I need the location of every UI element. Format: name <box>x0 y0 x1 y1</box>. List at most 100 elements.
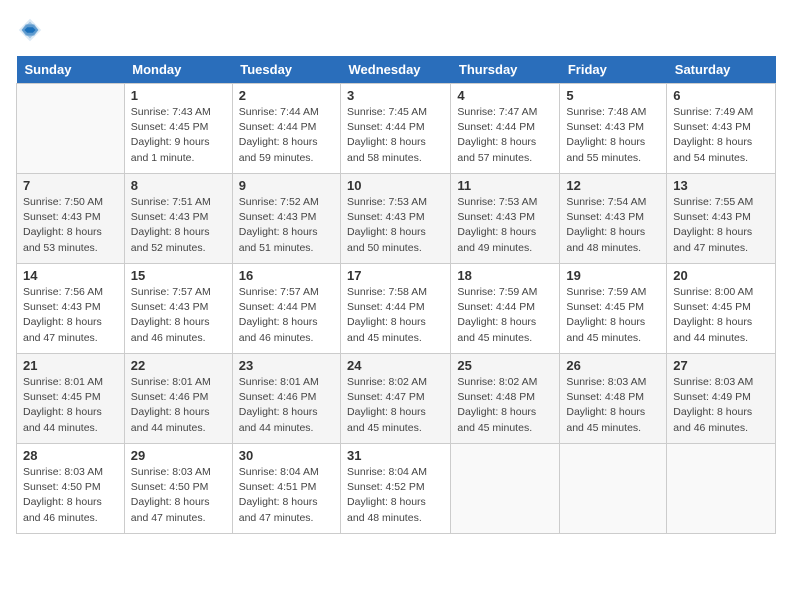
day-number: 6 <box>673 88 769 103</box>
day-number: 15 <box>131 268 226 283</box>
day-info: Sunrise: 8:02 AM Sunset: 4:48 PM Dayligh… <box>457 375 553 436</box>
day-number: 7 <box>23 178 118 193</box>
calendar-cell: 14Sunrise: 7:56 AM Sunset: 4:43 PM Dayli… <box>17 264 125 354</box>
day-of-week-header: Tuesday <box>232 56 340 84</box>
calendar-cell: 28 Sunrise: 8:03 AM Sunset: 4:50 PM Dayli… <box>17 444 125 534</box>
day-info: Sunrise: 8:03 AM Sunset: 4:50 PM Dayligh… <box>131 465 226 526</box>
calendar-cell: 3 Sunrise: 7:45 AM Sunset: 4:44 PM Daylig… <box>341 84 451 174</box>
day-number: 2 <box>239 88 334 103</box>
day-info: Sunrise: 7:44 AM Sunset: 4:44 PM Dayligh… <box>239 105 334 166</box>
page-header <box>16 16 776 44</box>
logo <box>16 16 48 44</box>
day-info: Sunrise: 7:51 AM Sunset: 4:43 PM Dayligh… <box>131 195 226 256</box>
calendar-cell <box>17 84 125 174</box>
day-number: 21 <box>23 358 118 373</box>
calendar-body: 1 Sunrise: 7:43 AM Sunset: 4:45 PM Daylig… <box>17 84 776 534</box>
day-of-week-header: Sunday <box>17 56 125 84</box>
calendar-cell: 9 Sunrise: 7:52 AM Sunset: 4:43 PM Daylig… <box>232 174 340 264</box>
day-number: 17 <box>347 268 444 283</box>
day-number: 24 <box>347 358 444 373</box>
calendar-cell: 19 Sunrise: 7:59 AM Sunset: 4:45 PM Dayli… <box>560 264 667 354</box>
calendar-cell: 30Sunrise: 8:04 AM Sunset: 4:51 PM Dayli… <box>232 444 340 534</box>
day-of-week-header: Saturday <box>667 56 776 84</box>
day-info: Sunrise: 7:59 AM Sunset: 4:44 PM Dayligh… <box>457 285 553 346</box>
day-info: Sunrise: 8:04 AM Sunset: 4:52 PM Dayligh… <box>347 465 444 526</box>
day-info: Sunrise: 8:03 AM Sunset: 4:48 PM Dayligh… <box>566 375 660 436</box>
day-number: 14 <box>23 268 118 283</box>
calendar-cell: 21 Sunrise: 8:01 AM Sunset: 4:45 PM Dayli… <box>17 354 125 444</box>
day-number: 8 <box>131 178 226 193</box>
day-number: 26 <box>566 358 660 373</box>
day-number: 5 <box>566 88 660 103</box>
day-number: 4 <box>457 88 553 103</box>
day-number: 29 <box>131 448 226 463</box>
day-info: Sunrise: 7:52 AM Sunset: 4:43 PM Dayligh… <box>239 195 334 256</box>
day-of-week-header: Monday <box>124 56 232 84</box>
calendar-cell: 17 Sunrise: 7:58 AM Sunset: 4:44 PM Dayli… <box>341 264 451 354</box>
day-info: Sunrise: 7:53 AM Sunset: 4:43 PM Dayligh… <box>347 195 444 256</box>
day-info: Sunrise: 8:01 AM Sunset: 4:46 PM Dayligh… <box>239 375 334 436</box>
day-number: 3 <box>347 88 444 103</box>
calendar-cell <box>560 444 667 534</box>
day-number: 13 <box>673 178 769 193</box>
calendar-cell: 1 Sunrise: 7:43 AM Sunset: 4:45 PM Daylig… <box>124 84 232 174</box>
day-info: Sunrise: 7:58 AM Sunset: 4:44 PM Dayligh… <box>347 285 444 346</box>
calendar-cell: 5 Sunrise: 7:48 AM Sunset: 4:43 PM Daylig… <box>560 84 667 174</box>
day-number: 12 <box>566 178 660 193</box>
calendar-cell: 4 Sunrise: 7:47 AM Sunset: 4:44 PM Daylig… <box>451 84 560 174</box>
day-info: Sunrise: 7:48 AM Sunset: 4:43 PM Dayligh… <box>566 105 660 166</box>
header-row: SundayMondayTuesdayWednesdayThursdayFrid… <box>17 56 776 84</box>
logo-icon <box>16 16 44 44</box>
day-info: Sunrise: 7:59 AM Sunset: 4:45 PM Dayligh… <box>566 285 660 346</box>
day-number: 25 <box>457 358 553 373</box>
calendar-cell: 13 Sunrise: 7:55 AM Sunset: 4:43 PM Dayli… <box>667 174 776 264</box>
calendar-week-row: 28 Sunrise: 8:03 AM Sunset: 4:50 PM Dayli… <box>17 444 776 534</box>
day-info: Sunrise: 7:55 AM Sunset: 4:43 PM Dayligh… <box>673 195 769 256</box>
day-number: 23 <box>239 358 334 373</box>
calendar-cell: 7 Sunrise: 7:50 AM Sunset: 4:43 PM Daylig… <box>17 174 125 264</box>
calendar-cell: 23 Sunrise: 8:01 AM Sunset: 4:46 PM Dayli… <box>232 354 340 444</box>
day-info: Sunrise: 7:54 AM Sunset: 4:43 PM Dayligh… <box>566 195 660 256</box>
calendar-week-row: 14Sunrise: 7:56 AM Sunset: 4:43 PM Dayli… <box>17 264 776 354</box>
calendar-cell: 16Sunrise: 7:57 AM Sunset: 4:44 PM Dayli… <box>232 264 340 354</box>
calendar-cell: 8 Sunrise: 7:51 AM Sunset: 4:43 PM Daylig… <box>124 174 232 264</box>
day-info: Sunrise: 8:02 AM Sunset: 4:47 PM Dayligh… <box>347 375 444 436</box>
day-info: Sunrise: 8:04 AM Sunset: 4:51 PM Dayligh… <box>239 465 334 526</box>
day-of-week-header: Thursday <box>451 56 560 84</box>
calendar-week-row: 21 Sunrise: 8:01 AM Sunset: 4:45 PM Dayli… <box>17 354 776 444</box>
day-info: Sunrise: 7:53 AM Sunset: 4:43 PM Dayligh… <box>457 195 553 256</box>
calendar-cell: 6Sunrise: 7:49 AM Sunset: 4:43 PM Daylig… <box>667 84 776 174</box>
day-info: Sunrise: 7:45 AM Sunset: 4:44 PM Dayligh… <box>347 105 444 166</box>
day-number: 28 <box>23 448 118 463</box>
calendar-cell: 12 Sunrise: 7:54 AM Sunset: 4:43 PM Dayli… <box>560 174 667 264</box>
day-number: 20 <box>673 268 769 283</box>
day-number: 10 <box>347 178 444 193</box>
calendar-table: SundayMondayTuesdayWednesdayThursdayFrid… <box>16 56 776 534</box>
day-info: Sunrise: 7:43 AM Sunset: 4:45 PM Dayligh… <box>131 105 226 166</box>
calendar-cell: 18 Sunrise: 7:59 AM Sunset: 4:44 PM Dayli… <box>451 264 560 354</box>
day-info: Sunrise: 8:03 AM Sunset: 4:49 PM Dayligh… <box>673 375 769 436</box>
calendar-cell: 20Sunrise: 8:00 AM Sunset: 4:45 PM Dayli… <box>667 264 776 354</box>
calendar-week-row: 7 Sunrise: 7:50 AM Sunset: 4:43 PM Daylig… <box>17 174 776 264</box>
day-info: Sunrise: 8:03 AM Sunset: 4:50 PM Dayligh… <box>23 465 118 526</box>
day-of-week-header: Wednesday <box>341 56 451 84</box>
calendar-cell <box>667 444 776 534</box>
day-number: 16 <box>239 268 334 283</box>
day-info: Sunrise: 7:57 AM Sunset: 4:43 PM Dayligh… <box>131 285 226 346</box>
calendar-cell: 31Sunrise: 8:04 AM Sunset: 4:52 PM Dayli… <box>341 444 451 534</box>
calendar-cell: 11Sunrise: 7:53 AM Sunset: 4:43 PM Dayli… <box>451 174 560 264</box>
day-number: 18 <box>457 268 553 283</box>
day-info: Sunrise: 7:50 AM Sunset: 4:43 PM Dayligh… <box>23 195 118 256</box>
day-number: 27 <box>673 358 769 373</box>
day-info: Sunrise: 7:47 AM Sunset: 4:44 PM Dayligh… <box>457 105 553 166</box>
calendar-cell: 10 Sunrise: 7:53 AM Sunset: 4:43 PM Dayli… <box>341 174 451 264</box>
calendar-cell: 26 Sunrise: 8:03 AM Sunset: 4:48 PM Dayli… <box>560 354 667 444</box>
day-number: 1 <box>131 88 226 103</box>
calendar-week-row: 1 Sunrise: 7:43 AM Sunset: 4:45 PM Daylig… <box>17 84 776 174</box>
day-info: Sunrise: 8:01 AM Sunset: 4:45 PM Dayligh… <box>23 375 118 436</box>
day-info: Sunrise: 8:01 AM Sunset: 4:46 PM Dayligh… <box>131 375 226 436</box>
day-number: 22 <box>131 358 226 373</box>
day-number: 9 <box>239 178 334 193</box>
day-number: 19 <box>566 268 660 283</box>
calendar-cell: 2 Sunrise: 7:44 AM Sunset: 4:44 PM Daylig… <box>232 84 340 174</box>
